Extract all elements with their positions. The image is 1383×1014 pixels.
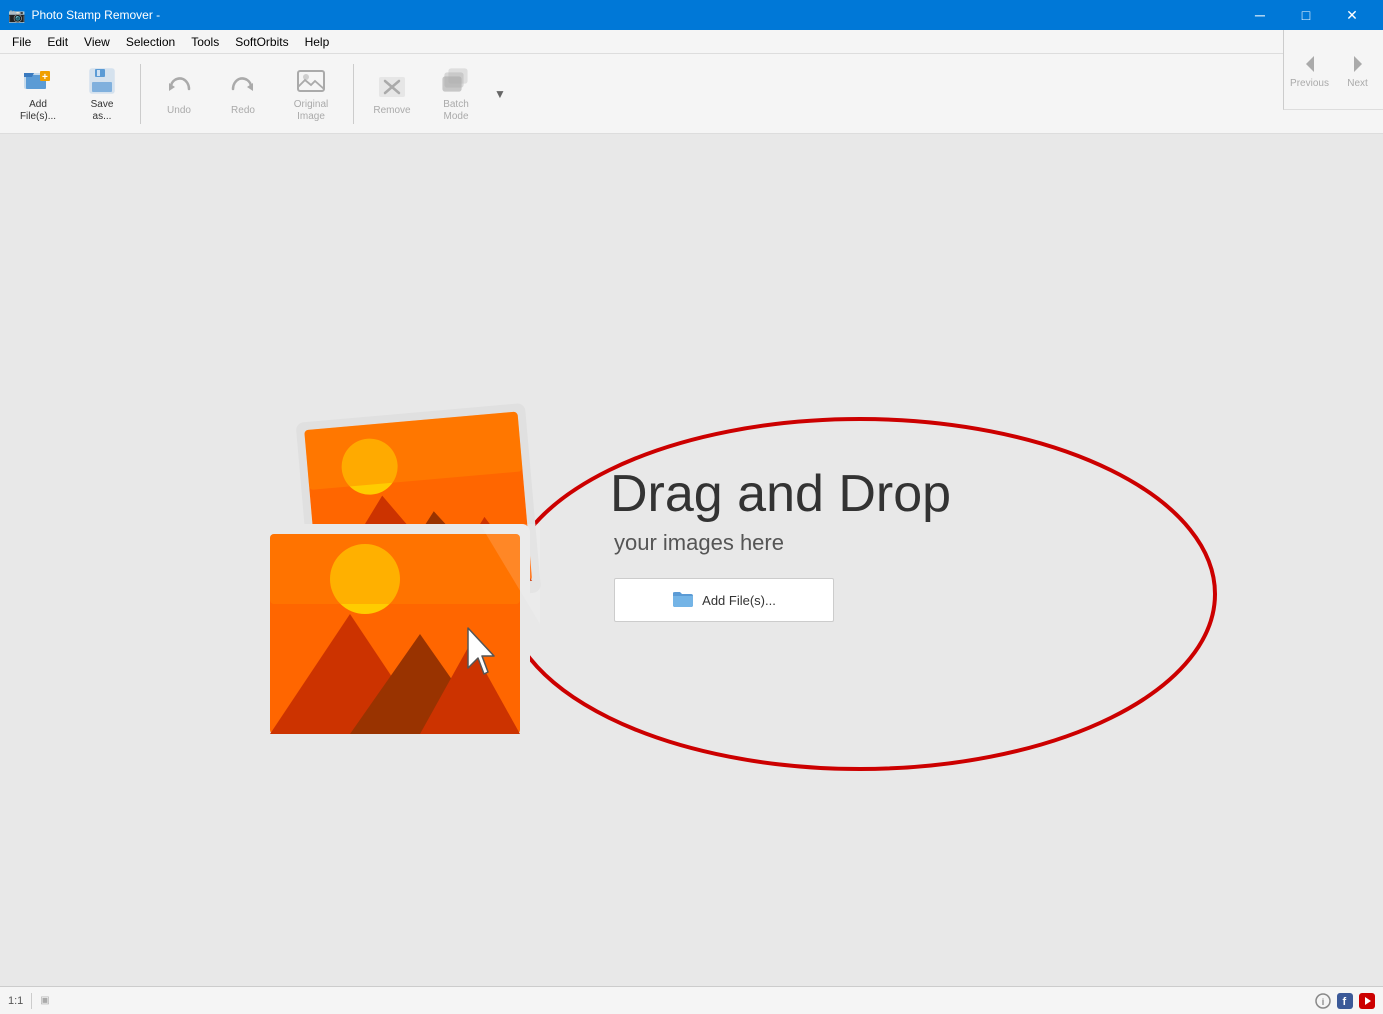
nav-area: Previous Next [1283,30,1383,110]
maximize-button[interactable]: □ [1283,0,1329,30]
photo-illustration [180,394,630,779]
facebook-icon[interactable]: f [1337,993,1353,1009]
batch-icon [440,65,472,97]
title-bar: 📷 Photo Stamp Remover - ─ □ ✕ [0,0,1383,30]
menu-help[interactable]: Help [297,31,338,53]
menu-file[interactable]: File [4,31,39,53]
svg-text:i: i [1322,997,1325,1007]
redo-icon [227,71,259,103]
undo-toolbar-button[interactable]: Undo [149,60,209,128]
menu-softorbits[interactable]: SoftOrbits [227,31,296,53]
batch-mode-label: Batch Mode [443,99,469,123]
drag-drop-subtitle: your images here [614,530,951,556]
svg-text:+: + [42,72,48,83]
zoom-level: 1:1 [8,995,23,1007]
undo-label: Undo [167,105,191,117]
toolbar-separator-2 [353,64,354,124]
remove-toolbar-button[interactable]: Remove [362,60,422,128]
title-bar-title: Photo Stamp Remover - [31,8,1237,22]
add-files-drop-button[interactable]: Add File(s)... [614,578,834,622]
redo-label: Redo [231,105,255,117]
original-image-toolbar-button[interactable]: Original Image [277,60,345,128]
undo-icon [163,71,195,103]
toolbar-expand-button[interactable]: ▼ [490,60,510,128]
next-button[interactable]: Next [1336,36,1380,104]
next-icon [1344,50,1372,78]
status-left: 1:1 ▣ [8,993,1315,1009]
status-icon-info: ▣ [40,995,49,1006]
title-bar-icon: 📷 [8,7,25,24]
menu-tools[interactable]: Tools [183,31,227,53]
info-status-icon[interactable]: i [1315,993,1331,1009]
remove-label: Remove [373,105,410,117]
add-files-toolbar-button[interactable]: + Add File(s)... [8,60,68,128]
previous-label: Previous [1290,78,1329,89]
save-as-toolbar-button[interactable]: Save as... [72,60,132,128]
remove-icon [376,71,408,103]
original-image-label: Original Image [294,99,328,123]
minimize-button[interactable]: ─ [1237,0,1283,30]
close-button[interactable]: ✕ [1329,0,1375,30]
status-right: i f [1315,993,1375,1009]
save-as-label: Save as... [91,99,114,123]
main-area: Drag and Drop your images here Add File(… [0,134,1383,986]
menu-view[interactable]: View [76,31,118,53]
next-label: Next [1347,78,1368,89]
add-files-folder-icon [672,590,694,611]
status-bar: 1:1 ▣ i f [0,986,1383,1014]
toolbar-separator-1 [140,64,141,124]
previous-icon [1296,50,1324,78]
menu-edit[interactable]: Edit [39,31,76,53]
redo-toolbar-button[interactable]: Redo [213,60,273,128]
toolbar: + Add File(s)... Save as... Undo [0,54,1383,134]
save-icon [86,65,118,97]
menu-bar: File Edit View Selection Tools SoftOrbit… [0,30,1383,54]
title-bar-controls: ─ □ ✕ [1237,0,1375,30]
expand-icon: ▼ [494,87,506,101]
drop-zone-content: Drag and Drop your images here Add File(… [610,464,951,622]
batch-mode-toolbar-button[interactable]: Batch Mode [426,60,486,128]
drag-drop-title: Drag and Drop [610,464,951,524]
add-files-icon: + [22,65,54,97]
original-image-icon [295,65,327,97]
add-files-label: Add File(s)... [20,99,56,123]
menu-selection[interactable]: Selection [118,31,183,53]
youtube-icon[interactable] [1359,993,1375,1009]
add-files-button-label: Add File(s)... [702,593,776,608]
status-separator [31,993,32,1009]
svg-text:f: f [1343,996,1347,1008]
previous-button[interactable]: Previous [1288,36,1332,104]
